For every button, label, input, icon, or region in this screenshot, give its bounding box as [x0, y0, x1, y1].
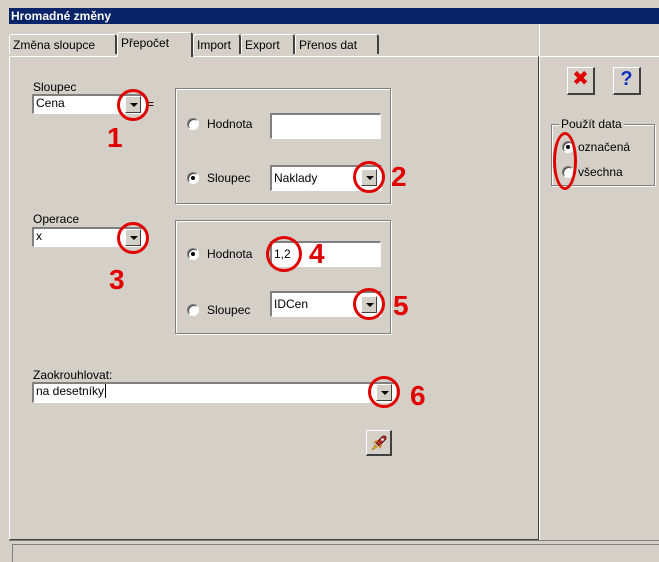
annotation-number-2: 2	[391, 161, 407, 192]
tab-prenos-dat[interactable]: Přenos dat	[295, 34, 379, 54]
radio-selected-dot	[566, 145, 570, 149]
group2-hodnota-label: Hodnota	[207, 247, 253, 261]
group1-sloupec-dropdown-button[interactable]	[361, 169, 377, 186]
annotation-number-6: 6	[410, 380, 426, 411]
sloupec-value: Cena	[36, 96, 65, 110]
annotation-number-1: 1	[107, 122, 123, 153]
sloupec-label: Sloupec	[33, 80, 77, 94]
zaokrouhlovat-dropdown-button[interactable]	[376, 384, 392, 401]
tab-export[interactable]: Export	[241, 34, 295, 54]
use-data-legend: Použít data	[559, 117, 624, 131]
annotation-number-4: 4	[309, 238, 325, 269]
chevron-down-icon	[130, 103, 138, 107]
tab-import[interactable]: Import	[193, 34, 241, 54]
chevron-down-icon	[381, 391, 389, 395]
operace-value: x	[36, 229, 42, 243]
status-bar	[9, 540, 659, 562]
right-pane	[539, 24, 659, 540]
question-mark-icon: ?	[620, 68, 633, 90]
group1-sloupec-label: Sloupec	[207, 171, 251, 185]
group2-sloupec-label: Sloupec	[207, 303, 251, 317]
use-data-all-label: všechna	[578, 165, 623, 179]
tab-strip: Změna sloupce Přepočet Import Export Pře…	[9, 24, 539, 57]
use-data-marked-label: označená	[578, 140, 631, 154]
zaokrouhlovat-value: na desetníky	[36, 384, 105, 398]
chevron-down-icon	[130, 236, 138, 240]
annotation-number-5: 5	[393, 290, 409, 321]
right-pane-divider	[539, 56, 659, 57]
group2-hodnota-radio[interactable]	[187, 248, 199, 260]
group1-sloupec-value: Naklady	[274, 171, 318, 185]
rocket-icon	[371, 435, 386, 451]
tab-prepocet[interactable]: Přepočet	[117, 32, 193, 57]
execute-button[interactable]	[366, 430, 392, 456]
use-data-marked-radio[interactable]	[562, 141, 574, 153]
radio-selected-dot	[191, 252, 195, 256]
group2-hodnota-input[interactable]: 1,2	[270, 241, 381, 267]
group1-hodnota-input[interactable]	[270, 113, 381, 139]
help-button[interactable]: ?	[613, 67, 641, 95]
sloupec-dropdown-button[interactable]	[125, 96, 141, 113]
zaokrouhlovat-label: Zaokrouhlovat:	[33, 368, 113, 382]
zaokrouhlovat-combo[interactable]: na desetníky​	[32, 382, 396, 403]
operace-label: Operace	[33, 212, 80, 226]
group1-sloupec-radio[interactable]	[187, 172, 199, 184]
group1-hodnota-label: Hodnota	[207, 117, 253, 131]
close-button[interactable]: ✖	[567, 67, 595, 95]
chevron-down-icon	[366, 303, 374, 307]
operace-dropdown-button[interactable]	[125, 229, 141, 246]
window-title: Hromadné změny	[9, 8, 659, 24]
group2-hodnota-value: 1,2	[274, 247, 291, 261]
group2-sloupec-dropdown-button[interactable]	[361, 296, 377, 313]
use-data-all-radio[interactable]	[562, 166, 574, 178]
text-caret: ​	[105, 384, 107, 398]
radio-selected-dot	[191, 176, 195, 180]
chevron-down-icon	[366, 176, 374, 180]
group2-sloupec-radio[interactable]	[187, 304, 199, 316]
group1-hodnota-radio[interactable]	[187, 118, 199, 130]
equals-sign: =	[147, 97, 155, 111]
tab-zmena-sloupce[interactable]: Změna sloupce	[9, 34, 117, 54]
status-panel	[12, 544, 659, 562]
red-x-icon: ✖	[572, 68, 589, 90]
group2-sloupec-value: IDCen	[274, 297, 309, 311]
annotation-number-3: 3	[109, 264, 125, 295]
